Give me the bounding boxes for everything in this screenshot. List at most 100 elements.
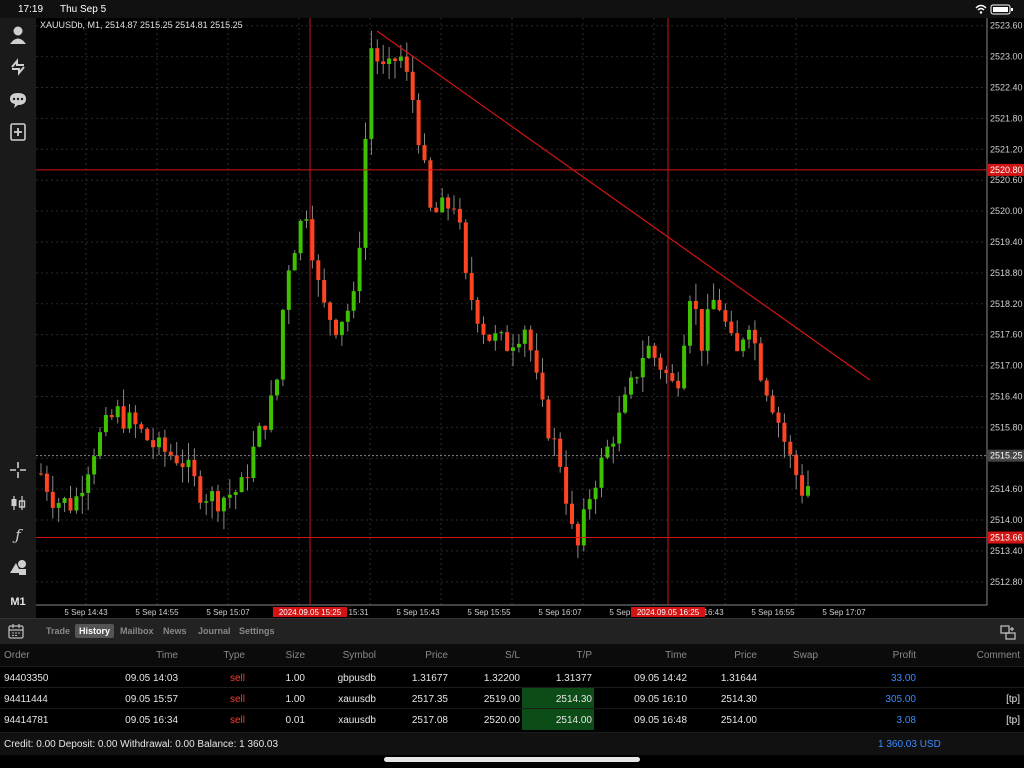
col-close-time[interactable]: Time <box>665 650 687 661</box>
layout-toggle-icon[interactable] <box>1000 624 1016 643</box>
candle-body <box>381 61 386 65</box>
candle-body <box>56 502 61 508</box>
candle-body <box>788 441 793 455</box>
candle-body <box>493 333 498 341</box>
col-price[interactable]: Price <box>425 650 448 661</box>
candle-body <box>275 379 279 396</box>
cell-close-price: 2514.00 <box>720 715 757 726</box>
candlestick-icon[interactable] <box>6 492 30 514</box>
cell-tp: 1.31377 <box>555 673 592 684</box>
new-order-icon[interactable] <box>6 121 30 143</box>
candle-body <box>162 437 167 452</box>
cell-time: 09.05 16:34 <box>125 715 178 726</box>
candle-body <box>723 310 728 322</box>
candle-body <box>800 475 805 496</box>
cell-profit: 33.00 <box>890 673 916 684</box>
table-row[interactable]: 94414781 09.05 16:34 sell 0.01 xauusdb 2… <box>0 708 1024 730</box>
candle-body <box>752 329 757 344</box>
candle-body <box>546 399 551 439</box>
table-row[interactable]: 94411444 09.05 15:57 sell 1.00 xauusdb 2… <box>0 687 1024 709</box>
objects-icon[interactable] <box>6 556 30 578</box>
col-swap[interactable]: Swap <box>793 650 818 661</box>
col-tp[interactable]: T/P <box>576 650 592 661</box>
tab-trade[interactable]: Trade <box>46 626 70 636</box>
tab-history[interactable]: History <box>75 624 115 638</box>
cell-symbol: gbpusdb <box>337 673 376 684</box>
candle-body <box>186 459 191 468</box>
cell-order: 94411444 <box>4 694 48 705</box>
price-tick-label: 2520.60 <box>990 175 1023 185</box>
cell-profit: 3.08 <box>896 715 916 726</box>
candle-body <box>328 302 333 320</box>
candle-body <box>334 319 338 336</box>
home-indicator[interactable] <box>384 757 640 762</box>
price-tick-label: 2517.60 <box>990 330 1023 340</box>
candle-body <box>369 48 374 139</box>
left-toolbar: ƒ M1 <box>0 18 36 618</box>
calendar-icon[interactable] <box>8 623 24 642</box>
col-time[interactable]: Time <box>156 650 178 661</box>
col-size[interactable]: Size <box>286 650 305 661</box>
col-type[interactable]: Type <box>223 650 245 661</box>
col-symbol[interactable]: Symbol <box>343 650 376 661</box>
candle-body <box>39 473 43 475</box>
candle-body <box>257 425 262 447</box>
candle-body <box>304 219 309 221</box>
candle-body <box>393 58 397 61</box>
indicators-icon[interactable]: ƒ <box>6 524 30 546</box>
price-chart[interactable]: 2523.60 2523.00 2522.40 2521.80 2521.20 2520.… <box>36 18 1024 618</box>
candle-body <box>115 406 120 418</box>
cell-time: 09.05 14:03 <box>125 673 178 684</box>
vline-1-label: 2024.09.05 15:25 <box>279 608 342 617</box>
cell-price: 2517.35 <box>411 694 448 705</box>
crosshair-icon[interactable] <box>6 459 30 481</box>
candle-body <box>245 477 250 479</box>
price-tick-label: 2512.80 <box>990 577 1023 587</box>
candle-body <box>741 339 746 352</box>
candle-body <box>469 273 474 300</box>
chart-symbol-info: XAUUSDb, M1, 2514.87 2515.25 2514.81 251… <box>40 20 243 30</box>
candle-body <box>422 145 427 161</box>
cell-symbol: xauusdb <box>338 694 376 705</box>
balance-summary: Credit: 0.00 Deposit: 0.00 Withdrawal: 0… <box>4 739 279 750</box>
candle-body <box>204 501 209 503</box>
chart-canvas[interactable]: 2523.60 2523.00 2522.40 2521.80 2521.20 2520.… <box>36 18 1024 618</box>
history-table-header: Order Time Type Size Symbol Price S/L T/… <box>0 644 1024 666</box>
candle-body <box>269 395 274 430</box>
cell-close-time: 09.05 16:48 <box>634 715 687 726</box>
candle-body <box>251 446 256 478</box>
candle-body <box>463 222 468 274</box>
cell-order: 94414781 <box>4 715 49 726</box>
candle-body <box>139 424 144 429</box>
cell-size: 1.00 <box>285 694 305 705</box>
table-row[interactable]: 94403350 09.05 14:03 sell 1.00 gbpusdb 1… <box>0 666 1024 688</box>
price-tick-label: 2514.00 <box>990 515 1023 525</box>
account-icon[interactable] <box>6 24 30 46</box>
col-profit[interactable]: Profit <box>893 650 916 661</box>
candle-body <box>440 197 445 213</box>
candle-body <box>198 476 203 503</box>
timeframe-button[interactable]: M1 <box>6 591 30 613</box>
col-order[interactable]: Order <box>4 650 30 661</box>
candle-body <box>280 309 285 380</box>
tab-mailbox[interactable]: Mailbox <box>120 626 154 636</box>
tab-news[interactable]: News <box>163 626 187 636</box>
candle-body <box>611 443 616 447</box>
chat-icon[interactable] <box>6 89 30 111</box>
candle-body <box>481 323 486 335</box>
col-close-price[interactable]: Price <box>734 650 757 661</box>
price-tick-label: 2516.40 <box>990 391 1023 401</box>
vline-2-label: 2024.09.05 16:25 <box>637 608 700 617</box>
status-time: 17:19 <box>18 4 44 15</box>
candle-body <box>658 357 663 370</box>
col-comment[interactable]: Comment <box>977 650 1020 661</box>
col-sl[interactable]: S/L <box>505 650 520 661</box>
cell-tp: 2514.00 <box>555 715 592 726</box>
trade-icon[interactable] <box>6 56 30 78</box>
time-tick-label: 5 Sep 14:43 <box>64 608 108 617</box>
tab-settings[interactable]: Settings <box>239 626 275 636</box>
candle-body <box>688 300 692 346</box>
candle-body <box>570 503 574 524</box>
candle-body <box>322 280 327 303</box>
tab-journal[interactable]: Journal <box>198 626 231 636</box>
